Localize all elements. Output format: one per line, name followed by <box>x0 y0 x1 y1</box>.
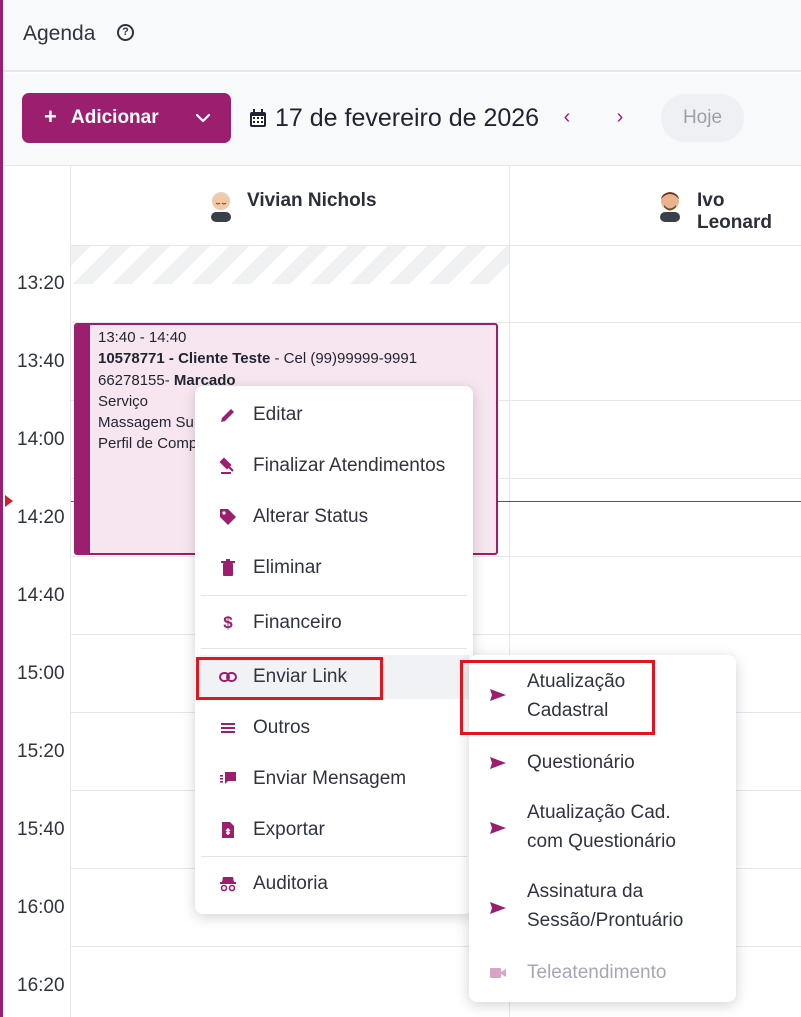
next-day-button[interactable]: › <box>610 106 630 130</box>
prev-day-button[interactable]: ‹ <box>557 106 577 130</box>
time-label: 14:20 <box>17 507 65 528</box>
menu-item-editar[interactable]: Editar <box>199 393 469 437</box>
menu-item-outros[interactable]: Outros <box>199 706 469 750</box>
current-date[interactable]: 17 de fevereiro de 2026 <box>275 104 539 133</box>
menu-item-finalizar-atendimentos[interactable]: Finalizar Atendimentos <box>199 444 469 488</box>
submenu-item-label: Questionário <box>527 752 635 773</box>
video-icon <box>490 968 506 978</box>
menu-item-label: Eliminar <box>253 557 322 578</box>
professional-name: Ivo Leonard <box>697 190 772 233</box>
current-time-marker <box>5 495 13 507</box>
menu-item-label: Finalizar Atendimentos <box>253 455 446 476</box>
trash-icon <box>221 559 235 576</box>
menu-item-financeiro[interactable]: $ Financeiro <box>199 601 469 645</box>
tag-icon <box>220 509 236 525</box>
menu-item-alterar-status[interactable]: Alterar Status <box>199 495 469 539</box>
menu-item-label: Enviar Mensagem <box>253 768 407 789</box>
dollar-icon: $ <box>223 613 233 632</box>
appointment-client: 10578771 - Cliente Teste <box>98 350 271 368</box>
menu-item-label: Auditoria <box>253 873 328 894</box>
time-label: 15:20 <box>17 741 65 762</box>
time-label: 15:00 <box>17 663 65 684</box>
highlight-box <box>196 657 383 700</box>
menu-item-auditoria[interactable]: Auditoria <box>199 862 469 906</box>
submenu-item-label: Atualização Cad. com Questionário <box>527 802 676 852</box>
menu-item-label: Financeiro <box>253 612 342 633</box>
incognito-icon <box>220 877 236 892</box>
page-title: Agenda <box>23 22 96 45</box>
menu-separator <box>201 595 467 596</box>
time-label: 14:00 <box>17 429 65 450</box>
send-icon <box>490 757 506 769</box>
time-label: 15:40 <box>17 819 65 840</box>
submenu-item-label: Assinatura da Sessão/Prontuário <box>527 881 684 931</box>
menu-item-label: Exportar <box>253 819 325 840</box>
help-icon[interactable]: ? <box>117 24 134 41</box>
avatar <box>211 192 231 222</box>
menu-item-exportar[interactable]: Exportar <box>199 808 469 852</box>
today-button[interactable]: Hoje <box>661 94 744 142</box>
appointment-code: 66278155- <box>98 371 174 389</box>
send-icon <box>490 902 506 914</box>
time-label: 16:00 <box>17 897 65 918</box>
add-button-label: Adicionar <box>71 107 159 128</box>
appointment-phone: - Cel (99)99999-9991 <box>270 350 418 368</box>
submenu-item-teleatendimento: Teleatendimento <box>469 958 736 990</box>
time-label: 13:40 <box>17 351 65 372</box>
appointment-time: 13:40 - 14:40 <box>98 329 187 346</box>
menu-separator <box>201 856 467 857</box>
menu-lines-icon <box>221 723 235 733</box>
professionals-header: Vivian Nichols Ivo Leonard <box>71 166 801 246</box>
menu-item-enviar-mensagem[interactable]: Enviar Mensagem <box>199 757 469 801</box>
submenu-item-assinatura-sessao[interactable]: Assinatura da Sessão/Prontuário <box>469 877 736 937</box>
highlight-box <box>460 660 655 735</box>
time-label: 14:40 <box>17 585 65 606</box>
menu-item-label: Outros <box>253 717 311 738</box>
message-icon <box>220 772 236 784</box>
menu-item-label: Editar <box>253 404 303 425</box>
time-label: 16:20 <box>17 975 65 996</box>
plus-icon: + <box>44 104 57 129</box>
context-menu: Editar Finalizar Atendimentos Alterar St… <box>195 386 473 914</box>
menu-separator <box>201 648 467 649</box>
send-icon <box>490 822 506 834</box>
chevron-down-icon[interactable] <box>194 109 212 127</box>
export-file-icon <box>222 822 234 838</box>
gavel-icon <box>219 457 234 474</box>
appointment-status-bar <box>76 325 90 553</box>
toolbar: + Adicionar 17 de fevereiro de 2026 ‹ › … <box>3 74 801 166</box>
menu-item-label: Alterar Status <box>253 506 369 527</box>
time-label: 13:20 <box>17 273 65 294</box>
submenu-item-questionario[interactable]: Questionário <box>469 748 736 780</box>
avatar <box>660 192 680 222</box>
blocked-slot <box>71 246 509 284</box>
menu-item-eliminar[interactable]: Eliminar <box>199 546 469 590</box>
submenu-item-label: Teleatendimento <box>527 962 667 983</box>
add-button[interactable]: + Adicionar <box>22 93 231 143</box>
calendar-icon[interactable] <box>249 109 267 128</box>
professional-name: Vivian Nichols <box>247 190 377 211</box>
submenu-item-atualizacao-cad-questionario[interactable]: Atualização Cad. com Questionário <box>469 798 736 858</box>
pencil-icon <box>221 409 234 422</box>
page-header: Agenda ? <box>3 0 801 72</box>
